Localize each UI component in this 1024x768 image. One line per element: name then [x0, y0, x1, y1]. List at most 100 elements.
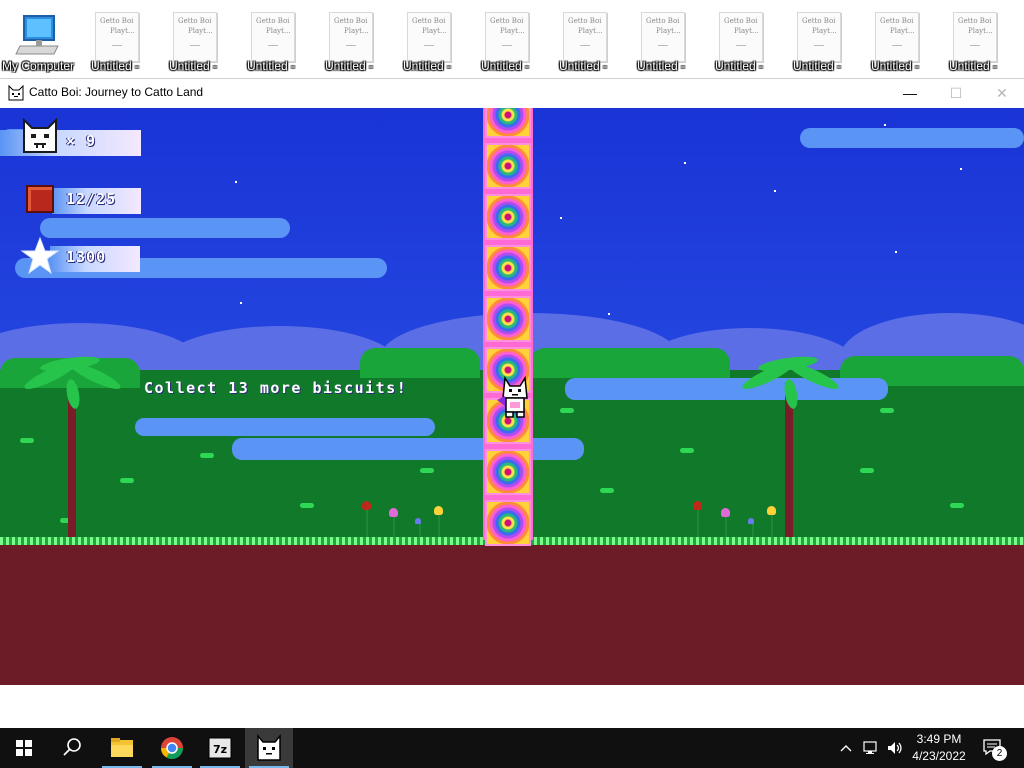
leaf	[680, 448, 694, 453]
flower	[415, 518, 421, 524]
chevron-up-icon[interactable]	[838, 740, 854, 756]
desktop-icon-label: Untitled -	[168, 59, 218, 73]
flower	[362, 501, 371, 510]
computer-icon	[15, 15, 59, 55]
star	[608, 313, 610, 315]
leaf	[600, 488, 614, 493]
taskbar-catto-boi[interactable]	[245, 728, 293, 768]
desktop-icon-untitled[interactable]: Getto Boi Playt... Untitled -	[389, 8, 465, 76]
leaf	[300, 503, 314, 508]
ground	[0, 540, 1024, 685]
text-file-icon: Getto Boi Playt...	[641, 12, 685, 62]
desktop-icon-untitled[interactable]: Getto Boi Playt... Untitled -	[311, 8, 387, 76]
close-button[interactable]: ✕	[979, 79, 1024, 108]
desktop-icon-label: Untitled -	[636, 59, 686, 73]
desktop-icon-label: Untitled -	[90, 59, 140, 73]
leaf	[950, 503, 964, 508]
star-icon	[20, 236, 60, 275]
star	[774, 190, 776, 192]
star	[240, 302, 242, 304]
cloud	[135, 418, 435, 436]
star	[684, 162, 686, 164]
score-counter: 1300	[66, 248, 107, 266]
cat-icon	[8, 85, 24, 101]
text-file-icon: Getto Boi Playt...	[563, 12, 607, 62]
rainbow-block-tower	[483, 108, 533, 546]
desktop-icon-untitled[interactable]: Getto Boi Playt... Untitled -	[77, 8, 153, 76]
taskbar-7zip[interactable]: 7z	[196, 728, 244, 768]
taskbar-chrome[interactable]	[148, 728, 196, 768]
text-file-icon: Getto Boi Playt...	[797, 12, 841, 62]
rainbow-block	[485, 296, 531, 342]
desktop-icon-label: Untitled -	[558, 59, 608, 73]
desktop-icon-untitled[interactable]: Getto Boi Playt... Untitled -	[857, 8, 933, 76]
desktop-icon-untitled[interactable]: Getto Boi Playt... Untitled -	[233, 8, 309, 76]
desktop-icon-my-computer[interactable]: My Computer	[0, 8, 76, 76]
rainbow-block	[485, 449, 531, 495]
flower	[389, 508, 398, 517]
text-file-icon: Getto Boi Playt...	[875, 12, 919, 62]
text-file-icon: Getto Boi Playt...	[407, 12, 451, 62]
desktop-icon-label: Untitled -	[402, 59, 452, 73]
taskbar-file-explorer[interactable]	[98, 728, 146, 768]
flower	[693, 501, 702, 510]
minimize-button[interactable]: —	[887, 79, 933, 108]
text-file-icon: Getto Boi Playt...	[719, 12, 763, 62]
desktop-icon-untitled[interactable]: Getto Boi Playt... Untitled -	[701, 8, 777, 76]
desktop-icon-untitled[interactable]: Getto Boi Playt... Untitled -	[779, 8, 855, 76]
leaf	[420, 468, 434, 473]
desktop-icon-label: My Computer	[1, 59, 75, 73]
chrome-icon	[161, 737, 183, 759]
desktop-icon-label: Untitled -	[714, 59, 764, 73]
bush	[360, 348, 480, 378]
svg-text:7z: 7z	[213, 743, 227, 756]
catto-boi-player	[497, 376, 528, 418]
leaf	[560, 408, 574, 413]
network-icon[interactable]	[862, 740, 880, 756]
text-file-icon: Getto Boi Playt...	[95, 12, 139, 62]
objective-message: Collect 13 more biscuits!	[144, 379, 408, 397]
text-file-icon: Getto Boi Playt...	[485, 12, 529, 62]
clock-date[interactable]: 4/23/2022	[908, 749, 970, 763]
maximize-button[interactable]: ☐	[933, 79, 979, 108]
rainbow-block	[485, 500, 531, 546]
clock-time[interactable]: 3:49 PM	[908, 732, 970, 746]
desktop-icon-untitled[interactable]: Getto Boi Playt... Untitled -	[623, 8, 699, 76]
cloud	[40, 218, 290, 238]
desktop-icon-untitled[interactable]: Getto Boi Playt... Untitled -	[467, 8, 543, 76]
desktop-icon-label: Untitled -	[948, 59, 998, 73]
lives-counter: × 9	[66, 132, 97, 150]
flower	[767, 506, 776, 515]
rainbow-block	[485, 108, 531, 138]
leaf	[200, 453, 214, 458]
text-file-icon: Getto Boi Playt...	[329, 12, 373, 62]
start-button[interactable]	[0, 728, 48, 768]
search-button[interactable]	[48, 728, 96, 768]
volume-icon[interactable]	[886, 740, 904, 756]
window-titlebar[interactable]: Catto Boi: Journey to Catto Land — ☐ ✕	[0, 79, 1024, 108]
desktop-icon-label: Untitled -	[792, 59, 842, 73]
flower	[434, 506, 443, 515]
star	[960, 168, 962, 170]
biscuit-icon	[26, 185, 54, 213]
rainbow-block	[485, 143, 531, 189]
notification-badge: 2	[992, 746, 1007, 761]
star	[235, 181, 237, 183]
notification-center[interactable]: 2	[982, 738, 1007, 761]
leaf	[860, 468, 874, 473]
taskbar: 7z 3:49 PM 4/23/2022 2	[0, 728, 1024, 768]
leaf	[20, 438, 34, 443]
desktop-icon-label: Untitled -	[480, 59, 530, 73]
desktop-icon-untitled[interactable]: Getto Boi Playt... Untitled -	[545, 8, 621, 76]
cat-icon	[257, 733, 281, 761]
desktop-icon-untitled[interactable]: Getto Boi Playt... Untitled -	[155, 8, 231, 76]
desktop-icon-untitled[interactable]: Getto Boi Playt... Untitled -	[935, 8, 1011, 76]
cloud	[565, 378, 888, 400]
game-canvas[interactable]: × 9 12/25 1300 Collect 13 more biscuits!	[0, 108, 1024, 685]
flower	[748, 518, 754, 524]
cloud	[800, 128, 1024, 148]
desktop-icon-label: Untitled -	[870, 59, 920, 73]
flower	[721, 508, 730, 517]
game-window[interactable]: Catto Boi: Journey to Catto Land — ☐ ✕ ×…	[0, 78, 1024, 685]
desktop-icon-label: Untitled -	[246, 59, 296, 73]
